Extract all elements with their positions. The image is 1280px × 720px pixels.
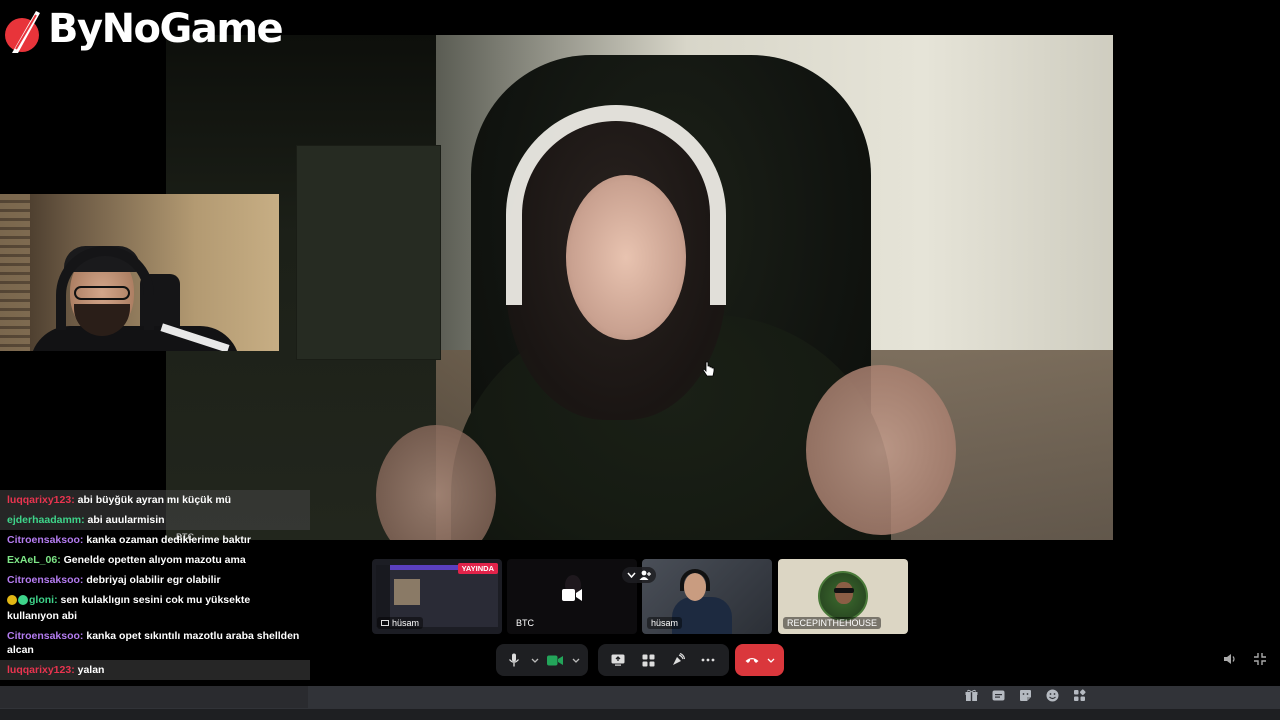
participant-body bbox=[672, 597, 732, 634]
add-friend-icon[interactable] bbox=[639, 570, 651, 580]
chevron-down-icon bbox=[531, 658, 539, 663]
screen-icon bbox=[381, 619, 389, 626]
participant-tile-recepinthehouse[interactable]: RECEPINTHEHOUSE bbox=[778, 559, 908, 634]
participant-avatar bbox=[818, 571, 868, 621]
soundboard-button[interactable] bbox=[664, 646, 692, 674]
video-camera-icon bbox=[562, 589, 582, 601]
chat-username[interactable]: luqqarixy123: bbox=[7, 664, 75, 676]
tile-overlay-controls[interactable] bbox=[622, 567, 656, 583]
participant-name: BTC bbox=[516, 618, 534, 628]
volume-icon[interactable] bbox=[1223, 652, 1237, 666]
chevron-down-icon bbox=[572, 658, 580, 663]
webcam-blinds bbox=[0, 194, 30, 351]
bottom-strip bbox=[0, 709, 1280, 720]
chat-text: kanka ozaman dediklerime baktır bbox=[83, 534, 251, 546]
participant-name: hüsam bbox=[651, 618, 679, 628]
participant-tile-btc[interactable]: BTC bbox=[507, 559, 637, 634]
chat-badge-icon bbox=[7, 595, 17, 605]
streamer-arm-right bbox=[806, 365, 956, 535]
live-badge: YAYINDA bbox=[457, 563, 498, 574]
bynogame-logo: ByNoGame bbox=[0, 0, 284, 62]
more-options-button[interactable] bbox=[694, 646, 722, 674]
chat-message: ejderhaadamm: abi auularmisin bbox=[0, 510, 310, 530]
voice-controls bbox=[496, 644, 588, 676]
activities-icon bbox=[642, 654, 654, 666]
participant-name-tag: hüsam bbox=[647, 617, 683, 629]
mouse-cursor-icon bbox=[702, 361, 715, 377]
view-controls bbox=[1223, 652, 1267, 666]
chat-username[interactable]: Citroensaksoo: bbox=[7, 534, 83, 546]
chat-text: abi büyğük ayran mı küçük mü bbox=[74, 494, 232, 506]
chat-text: yalan bbox=[74, 664, 105, 676]
chat-username[interactable]: ejderhaadamm: bbox=[7, 514, 85, 526]
chat-badge-icon bbox=[18, 595, 28, 605]
video-shelf bbox=[296, 145, 441, 360]
participant-name: hüsam bbox=[392, 618, 420, 628]
hang-up-group bbox=[735, 644, 784, 676]
chat-text: Genelde opetten alıyom mazotu ama bbox=[60, 554, 246, 566]
hang-up-icon bbox=[745, 658, 759, 663]
avatar-face bbox=[835, 582, 853, 604]
participant-tile-husam[interactable]: hüsam bbox=[622, 559, 772, 634]
chat-text: abi auularmisin bbox=[84, 514, 165, 526]
chat-message: Citroensaksoo: kanka ozaman dediklerime … bbox=[0, 530, 310, 550]
chat-badges bbox=[7, 595, 29, 609]
main-video-feed[interactable] bbox=[166, 35, 1113, 540]
participant-name-tag: hüsam bbox=[377, 617, 424, 629]
message-bar-icons bbox=[965, 689, 1086, 702]
participant-headphones bbox=[680, 569, 710, 591]
chat-message: luqqarixy123: yalan bbox=[0, 660, 310, 680]
chat-username[interactable]: luqqarixy123: bbox=[7, 494, 75, 506]
chat-message: ExAeL_06: Genelde opetten alıyom mazotu … bbox=[0, 550, 310, 570]
screen-share-icon bbox=[611, 654, 625, 666]
chevron-down-icon[interactable] bbox=[627, 572, 636, 578]
logo-text: ByNoGame bbox=[48, 6, 284, 52]
activity-controls bbox=[598, 644, 729, 676]
chat-message: gloni: sen kulaklıgın sesini cok mu yüks… bbox=[0, 590, 310, 626]
webcam-headphones bbox=[56, 246, 154, 330]
chat-username[interactable]: gloni: bbox=[29, 594, 58, 606]
chat-bottom-panel bbox=[0, 686, 308, 708]
video-camera-icon bbox=[547, 655, 564, 665]
mic-options-button[interactable] bbox=[529, 646, 541, 674]
screen-preview-cam bbox=[394, 579, 420, 605]
chat-message: Citroensaksoo: kanka opet sıkıntılı mazo… bbox=[0, 626, 310, 660]
chat-username[interactable]: Citroensaksoo: bbox=[7, 630, 83, 642]
participant-tile-husam-stream[interactable]: YAYINDA hüsam bbox=[372, 559, 502, 634]
soundboard-icon bbox=[673, 653, 685, 665]
hang-up-options-button[interactable] bbox=[764, 646, 778, 674]
chat-overlay: luqqarixy123: abi büyğük ayran mı küçük … bbox=[0, 490, 310, 680]
chat-text: debriyaj olabilir egr olabilir bbox=[83, 574, 221, 586]
activities-button[interactable] bbox=[634, 646, 662, 674]
emoji-icon[interactable] bbox=[1046, 689, 1059, 702]
participant-name-tag: BTC bbox=[512, 617, 538, 629]
exit-fullscreen-icon[interactable] bbox=[1253, 652, 1267, 666]
mute-button[interactable] bbox=[502, 646, 527, 674]
chat-username[interactable]: Citroensaksoo: bbox=[7, 574, 83, 586]
chat-username[interactable]: ExAeL_06: bbox=[7, 554, 61, 566]
chevron-down-icon bbox=[767, 658, 775, 663]
sticker-icon[interactable] bbox=[1019, 689, 1032, 702]
hang-up-button[interactable] bbox=[741, 646, 762, 674]
more-options-icon bbox=[701, 658, 715, 662]
microphone-icon bbox=[509, 653, 520, 667]
gif-icon[interactable] bbox=[992, 689, 1005, 702]
avatar-glasses bbox=[834, 588, 854, 593]
apps-icon[interactable] bbox=[1073, 689, 1086, 702]
camera-options-button[interactable] bbox=[570, 646, 582, 674]
stream-frame: ByNoGame BTC luqqarixy123: abi büyğük ay… bbox=[0, 0, 1280, 720]
participant-name-tag: RECEPINTHEHOUSE bbox=[783, 617, 882, 629]
chat-message: Citroensaksoo: debriyaj olabilir egr ola… bbox=[0, 570, 310, 590]
screen-share-button[interactable] bbox=[604, 646, 632, 674]
camera-button[interactable] bbox=[543, 646, 568, 674]
streamer-webcam bbox=[0, 194, 279, 351]
chat-message: luqqarixy123: abi büyğük ayran mı küçük … bbox=[0, 490, 310, 510]
logo-mark-icon bbox=[5, 11, 40, 53]
gift-icon[interactable] bbox=[965, 689, 978, 702]
participant-name: RECEPINTHEHOUSE bbox=[787, 618, 878, 628]
